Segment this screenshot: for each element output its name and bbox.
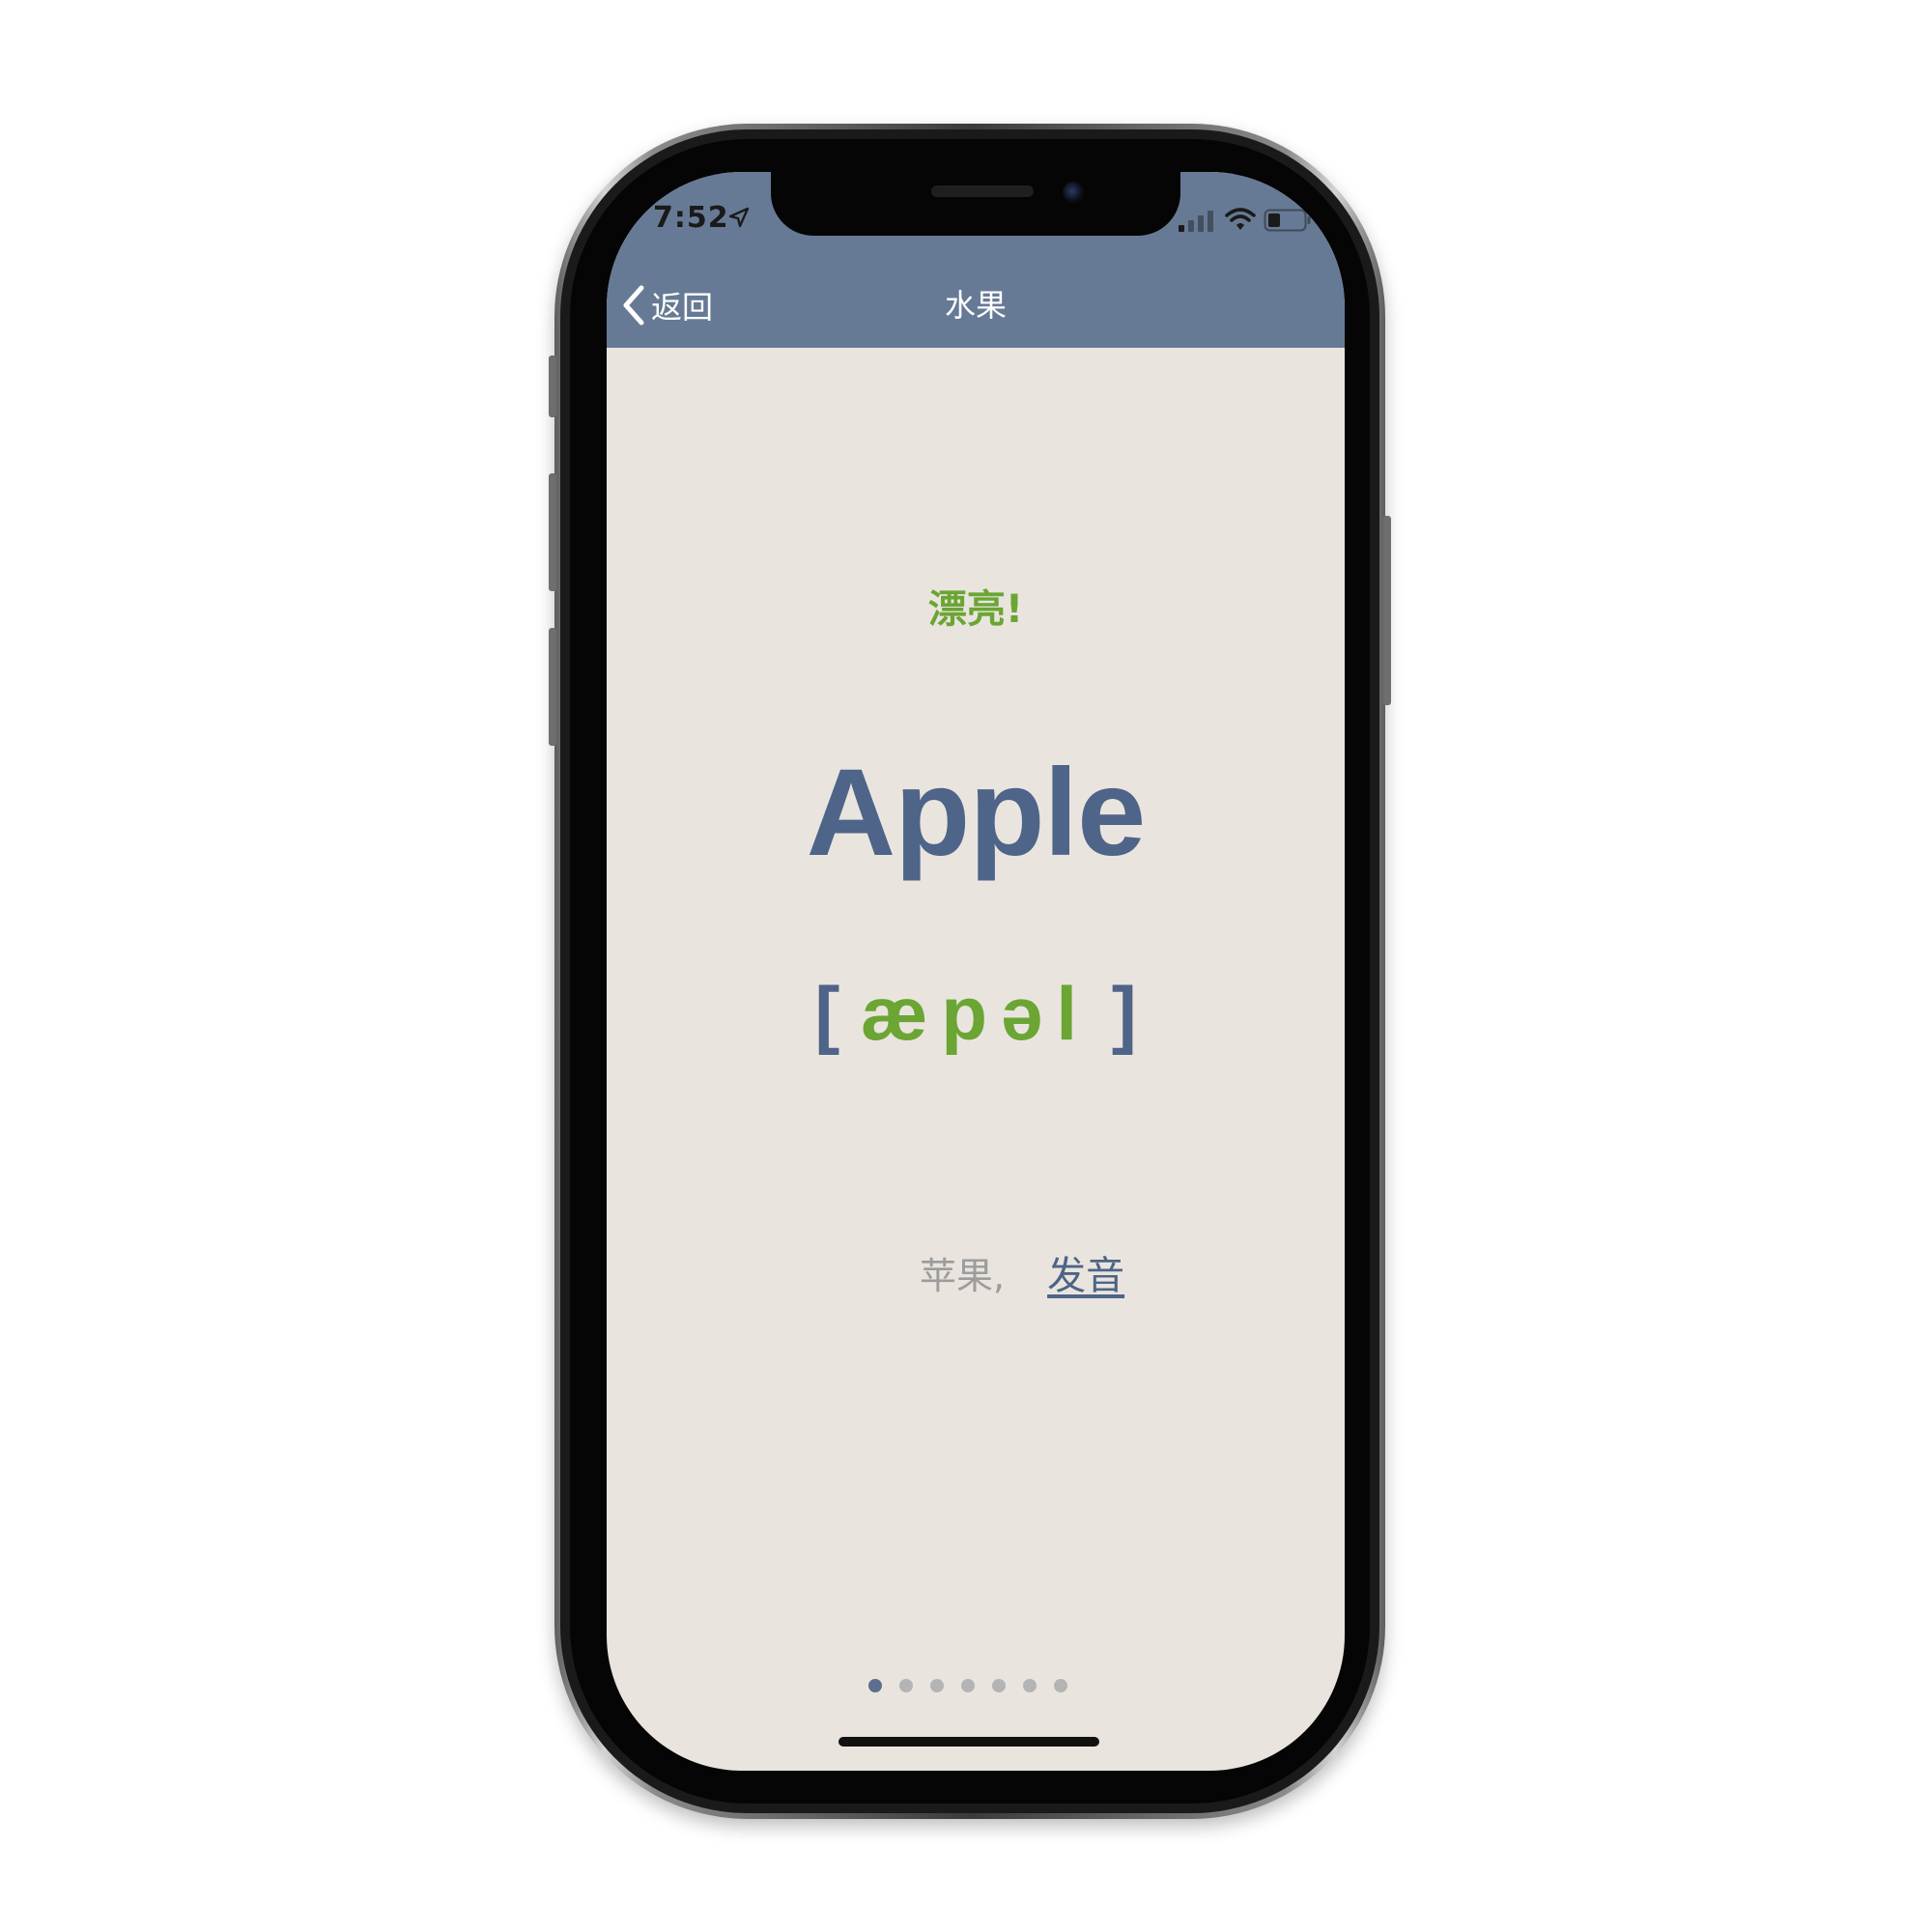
phonetic-close-bracket: ] xyxy=(1111,971,1137,1056)
praise-message: 漂亮! xyxy=(927,587,1024,632)
location-arrow-icon xyxy=(728,207,750,228)
vocabulary-word: Apple xyxy=(806,744,1147,882)
phonetic-transcription: [ æpəl ] xyxy=(607,970,1345,1058)
power-button xyxy=(1383,516,1391,705)
volume-down-button xyxy=(549,628,556,746)
page-dot[interactable] xyxy=(1023,1679,1037,1692)
front-camera xyxy=(1063,182,1084,203)
page-dot[interactable] xyxy=(992,1679,1006,1692)
cellular-signal-icon xyxy=(1179,211,1213,232)
phonetic-open-bracket: [ xyxy=(814,971,840,1056)
page-indicator[interactable] xyxy=(868,1679,1085,1692)
mute-switch xyxy=(549,355,556,417)
pronounce-button[interactable]: 发音 xyxy=(1047,1244,1124,1300)
word-meaning: 苹果, xyxy=(920,1254,1006,1297)
page-title: 水果 xyxy=(944,287,1007,324)
volume-up-button xyxy=(549,473,556,591)
status-time: 7:52 xyxy=(653,201,729,235)
phonetic-symbols: æpəl xyxy=(860,971,1092,1056)
page-dot[interactable] xyxy=(961,1679,975,1692)
wifi-icon xyxy=(1225,208,1256,230)
page-dot[interactable] xyxy=(1054,1679,1067,1692)
earpiece-speaker xyxy=(931,185,1034,197)
home-indicator[interactable] xyxy=(838,1737,1099,1747)
app-screen: 7:52 返回 水果 漂亮! Apple [ æpəl ] 苹果, 发音 xyxy=(607,172,1345,1771)
page-dot[interactable] xyxy=(899,1679,913,1692)
battery-icon xyxy=(1264,209,1311,232)
page-dot[interactable] xyxy=(868,1679,882,1692)
page-dot[interactable] xyxy=(930,1679,944,1692)
notch xyxy=(771,172,1180,236)
meaning-row: 苹果, 发音 xyxy=(920,1244,1124,1300)
